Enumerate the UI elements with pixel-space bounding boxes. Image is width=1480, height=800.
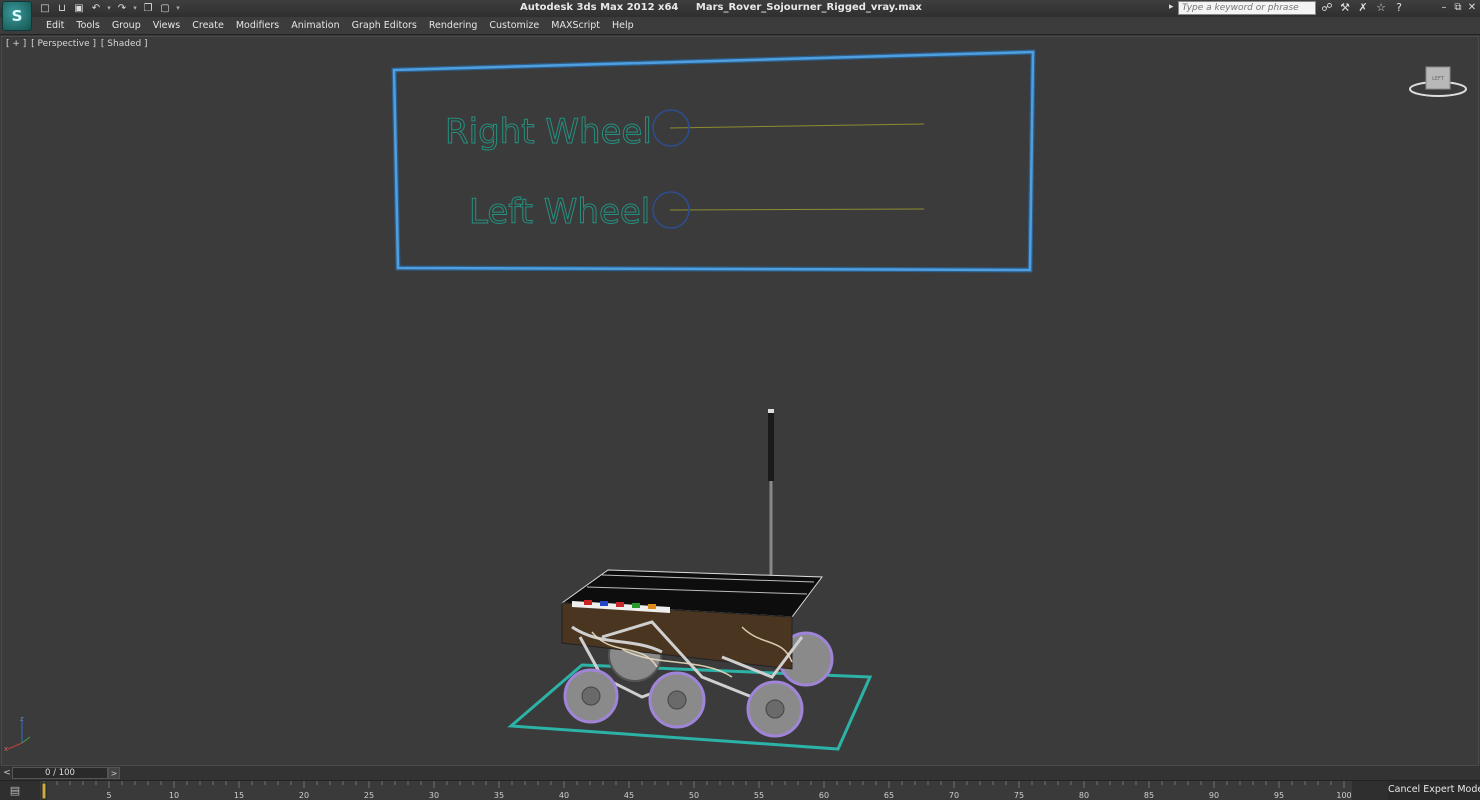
antenna-tip [768, 409, 774, 413]
right-wheel-slider-track [669, 123, 925, 129]
axis-tripod: z x [4, 715, 31, 753]
ruler-tick-label: 50 [689, 791, 699, 800]
axis-z-label: z [20, 715, 24, 723]
trackbar-spacer [1352, 781, 1388, 800]
calib-green [632, 603, 640, 608]
menu-tools[interactable]: Tools [70, 20, 105, 31]
close-icon[interactable]: ✕ [1466, 1, 1478, 14]
favorites-star-icon[interactable]: ☆ [1374, 1, 1388, 15]
new-icon[interactable]: □ [38, 2, 52, 15]
menu-maxscript[interactable]: MAXScript [545, 20, 606, 31]
communication-icon[interactable]: ✗ [1356, 1, 1370, 15]
help-icon[interactable]: ? [1392, 1, 1406, 15]
redo-dropdown-icon[interactable]: ▾ [132, 2, 138, 15]
ruler-tick-label: 25 [364, 791, 374, 800]
window-icon[interactable]: ▢ [158, 2, 172, 15]
scene-canvas: Right Wheel Left Wheel z x [4, 49, 1036, 753]
search-input[interactable] [1178, 1, 1316, 15]
menu-graph-editors[interactable]: Graph Editors [346, 20, 423, 31]
wheel-middle-left-hub [667, 690, 687, 710]
calib-red [584, 600, 592, 605]
app-name: Autodesk 3ds Max 2012 x64 [520, 2, 679, 13]
time-slider-bar: < 0 / 100 > [0, 766, 1480, 780]
save-icon[interactable]: ▣ [72, 2, 86, 15]
left-wheel-slider-track [669, 208, 925, 211]
menu-rendering[interactable]: Rendering [423, 20, 484, 31]
timeline-ruler[interactable]: 5 10 15 20 25 30 35 40 45 50 55 60 65 70 75 80 85 90 95 100 [40, 781, 1352, 800]
current-frame-marker[interactable] [41, 782, 47, 800]
minimize-icon[interactable]: – [1438, 1, 1450, 14]
title-bar: □ ⊔ ▣ ↶ ▾ ↷ ▾ ❐ ▢ ▾ Autodesk 3ds Max 201… [0, 0, 1480, 17]
ruler-tick-label: 60 [819, 791, 829, 800]
menu-group[interactable]: Group [106, 20, 147, 31]
window-title: Autodesk 3ds Max 2012 x64 Mars_Rover_Soj… [520, 2, 936, 13]
menu-edit[interactable]: Edit [40, 20, 70, 31]
menu-modifiers[interactable]: Modifiers [230, 20, 285, 31]
curve-editor-icon[interactable]: ▤ [4, 784, 26, 798]
perspective-viewport[interactable]: [ + ] [ Perspective ] [ Shaded ] Right W… [1, 36, 1479, 766]
wheel-front-left-hub [581, 686, 601, 706]
time-slider[interactable]: 0 / 100 [12, 767, 108, 779]
menu-animation[interactable]: Animation [285, 20, 345, 31]
app-logo-button[interactable]: S [2, 1, 32, 31]
ruler-tick-label: 80 [1079, 791, 1089, 800]
menu-help[interactable]: Help [606, 20, 640, 31]
mars-rover-model[interactable] [507, 409, 873, 751]
track-bar: ▤ 5 10 15 20 25 30 35 40 45 50 55 60 65 70 75 80 85 90 95 1… [0, 780, 1480, 800]
menu-views[interactable]: Views [147, 20, 187, 31]
ruler-tick-label: 85 [1144, 791, 1154, 800]
file-name: Mars_Rover_Sojourner_Rigged_vray.max [695, 2, 922, 13]
antenna-top [768, 411, 774, 481]
window-controls: – ⧉ ✕ [1438, 1, 1478, 14]
menu-create[interactable]: Create [186, 20, 230, 31]
infocenter-icons: ☍ ⚒ ✗ ☆ ? [1320, 1, 1406, 15]
menu-bar: Edit Tools Group Views Create Modifiers Animat… [0, 17, 1480, 35]
project-icon[interactable]: ❐ [141, 2, 155, 15]
viewcube[interactable]: LEFT [1408, 63, 1468, 103]
open-icon[interactable]: ⊔ [55, 2, 69, 15]
ruler-tick-label: 75 [1014, 791, 1024, 800]
calib-orange [648, 604, 656, 609]
ruler-tick-label: 10 [169, 791, 179, 800]
viewcube-face-label: LEFT [1432, 76, 1445, 82]
ruler-tick-label: 55 [754, 791, 764, 800]
redo-icon[interactable]: ↷ [115, 2, 129, 15]
ruler-tick-label: 90 [1209, 791, 1219, 800]
menu-customize[interactable]: Customize [483, 20, 545, 31]
ruler-tick-label: 5 [106, 791, 111, 800]
ruler-tick-label: 95 [1274, 791, 1284, 800]
menu-items: Edit Tools Group Views Create Modifiers Animat… [40, 20, 640, 31]
undo-icon[interactable]: ↶ [89, 2, 103, 15]
left-wheel-label: Left Wheel [469, 192, 650, 232]
ruler-tick-label: 35 [494, 791, 504, 800]
time-slider-next[interactable]: > [108, 767, 120, 779]
ruler-tick-label: 20 [299, 791, 309, 800]
quick-access-toolbar: □ ⊔ ▣ ↶ ▾ ↷ ▾ ❐ ▢ ▾ [38, 1, 181, 16]
rig-control-panel[interactable]: Right Wheel Left Wheel [391, 49, 1036, 273]
calib-blue [600, 601, 608, 606]
right-wheel-label: Right Wheel [445, 112, 652, 152]
rig-frame[interactable] [392, 50, 1035, 272]
rig-frame-shadow [391, 49, 1036, 273]
ruler-tick-label: 30 [429, 791, 439, 800]
calib-magenta [616, 602, 624, 607]
restore-icon[interactable]: ⧉ [1452, 1, 1464, 14]
subscription-icon[interactable]: ⚒ [1338, 1, 1352, 15]
search-expand-icon[interactable]: ▸ [1169, 2, 1174, 12]
ruler-tick-label: 40 [559, 791, 569, 800]
time-slider-prev[interactable]: < [2, 767, 12, 779]
ruler-tick-label: 70 [949, 791, 959, 800]
customize-dropdown-icon[interactable]: ▾ [175, 2, 181, 15]
ruler-tick-label: 45 [624, 791, 634, 800]
undo-dropdown-icon[interactable]: ▾ [106, 2, 112, 15]
axis-x-label: x [4, 745, 8, 753]
cancel-expert-mode-button[interactable]: Cancel Expert Mode [1388, 781, 1480, 800]
app-window: □ ⊔ ▣ ↶ ▾ ↷ ▾ ❐ ▢ ▾ Autodesk 3ds Max 201… [0, 0, 1480, 800]
ruler-tick-label: 65 [884, 791, 894, 800]
ruler-tick-label: 15 [234, 791, 244, 800]
binoculars-icon[interactable]: ☍ [1320, 1, 1334, 15]
wheel-middle-right-hub [765, 699, 785, 719]
ruler-tick-label: 100 [1336, 791, 1351, 800]
